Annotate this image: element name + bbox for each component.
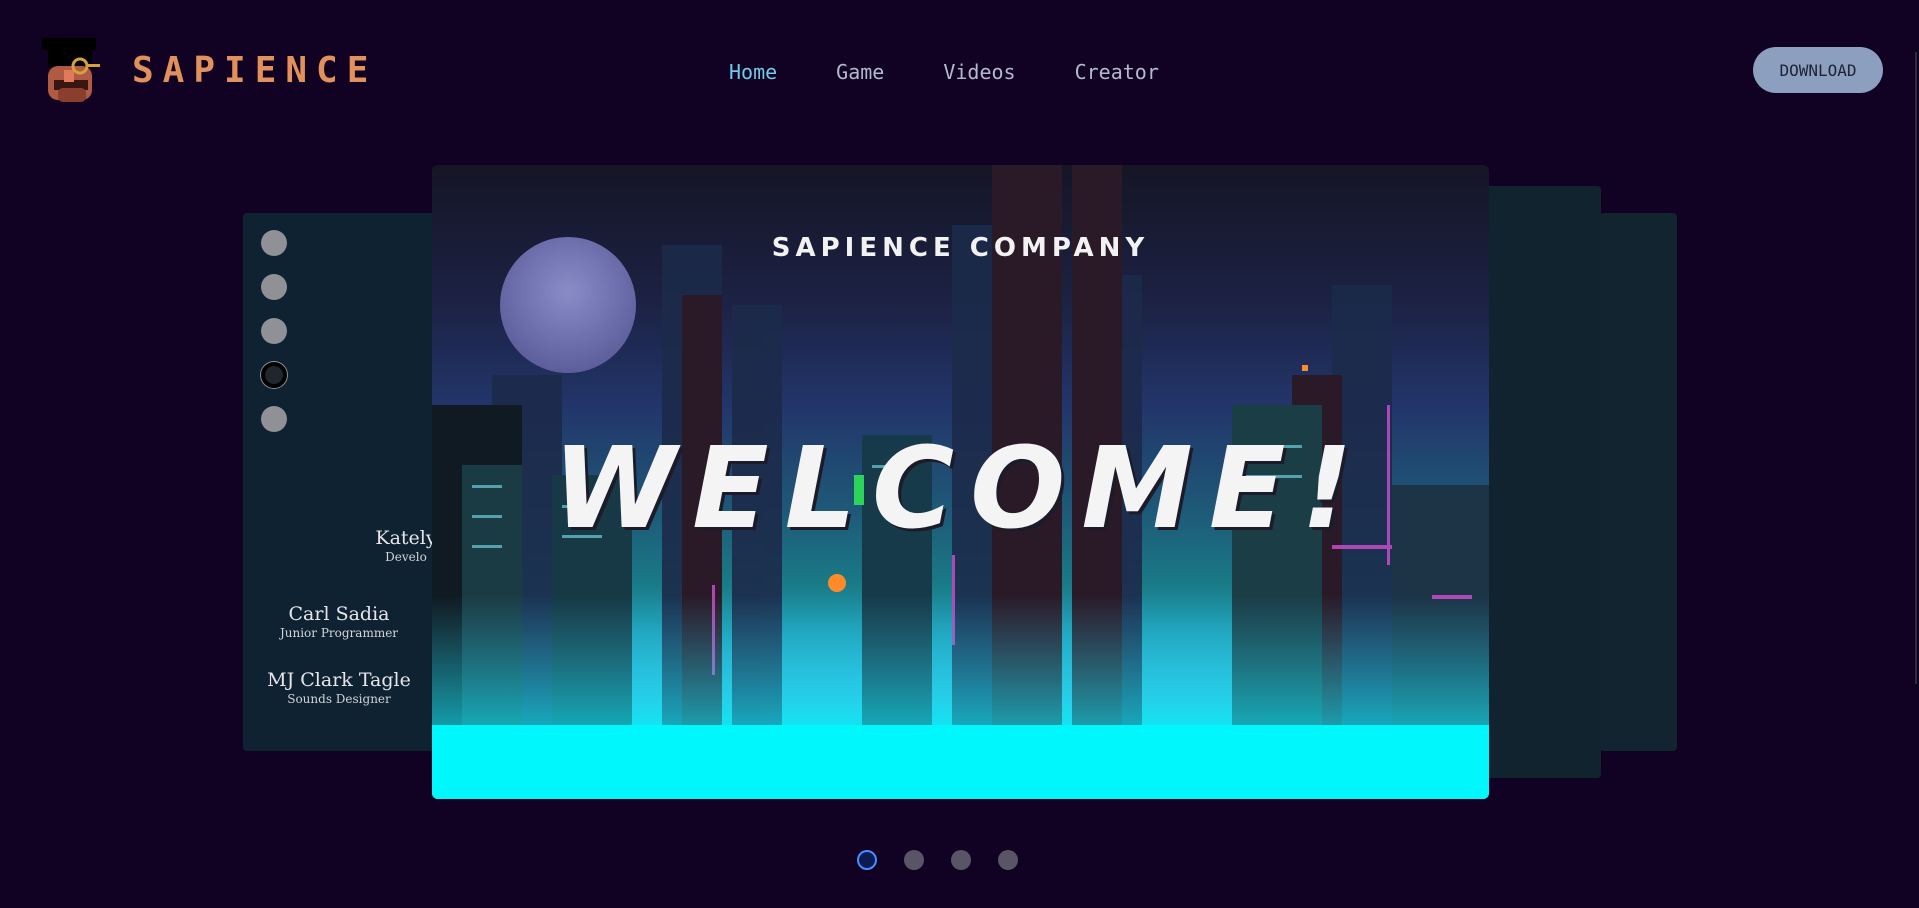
member-role: Junior Programmer [279,626,399,640]
member-name: Carl Sadia [288,603,390,625]
carousel-indicators [857,850,1045,870]
main-nav: Home Game Videos Creator [729,60,1218,84]
next-slide-card-2[interactable] [1600,213,1677,751]
nav-home[interactable]: Home [729,60,777,84]
member-name: MJ Clark Tagle [267,669,411,691]
nav-creator[interactable]: Creator [1075,60,1159,84]
member-role: Sounds Designer [287,692,391,706]
brand-name: SAPIENCE [132,50,378,91]
carousel-dot-2[interactable] [904,850,924,870]
download-button[interactable]: DOWNLOAD [1753,47,1883,93]
team-member-3: MJ Clark Tagle Sounds Designer [243,669,443,707]
character-avatar-icon [40,36,104,106]
team-member-2: Carl Sadia Junior Programmer [243,603,443,641]
brand-logo[interactable]: SAPIENCE [40,36,377,106]
team-radio-4[interactable] [261,362,287,388]
team-radio-2[interactable] [261,274,287,300]
team-radio-group [261,230,287,450]
member-name: Kately [375,527,437,549]
slide-title: WELCOME! [552,424,1369,554]
team-card: Kately Develo Carl Sadia Junior Programm… [243,213,443,751]
member-role: Develo [385,550,427,564]
team-member-1: Kately Develo [286,527,443,565]
hero-slide[interactable]: SAPIENCE COMPANY WELCOME! [432,165,1489,799]
carousel-dot-3[interactable] [951,850,971,870]
slide-subtitle: SAPIENCE COMPANY [771,233,1150,263]
page-scrollbar[interactable] [1915,52,1917,684]
next-slide-card[interactable] [1470,186,1601,778]
nav-game[interactable]: Game [836,60,884,84]
team-radio-3[interactable] [261,318,287,344]
team-radio-1[interactable] [261,230,287,256]
team-radio-5[interactable] [261,406,287,432]
nav-videos[interactable]: Videos [943,60,1015,84]
carousel-dot-1[interactable] [857,850,877,870]
carousel-dot-4[interactable] [998,850,1018,870]
